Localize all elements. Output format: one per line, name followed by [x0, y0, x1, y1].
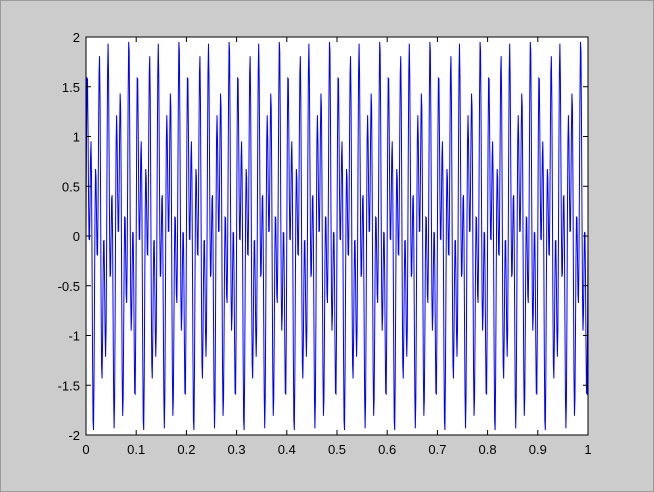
- y-tick-label: 2: [73, 30, 80, 45]
- x-tick-label: 0.1: [127, 442, 145, 457]
- x-tick-label: 0: [82, 442, 89, 457]
- y-tick-label: -1: [68, 329, 80, 344]
- x-tick-label: 0.4: [278, 442, 296, 457]
- x-tick-label: 0.9: [529, 442, 547, 457]
- x-tick-label: 0.8: [479, 442, 497, 457]
- figure-window: 0 0.1 0.2 0.3 0.4 0.5 0.6 0.7 0.8 0.9 1 2 1.5 1 0.5 0-…: [0, 0, 654, 492]
- y-tick-label: 1.5: [62, 80, 80, 95]
- y-tick-label: 0: [73, 229, 80, 244]
- x-tick-label: 0.5: [328, 442, 346, 457]
- y-tick-label: 0.5: [62, 179, 80, 194]
- y-tick-label: 1: [73, 130, 80, 145]
- x-tick-label: 0.2: [177, 442, 195, 457]
- x-tick-label: 0.3: [228, 442, 246, 457]
- x-tick-label: 0.7: [428, 442, 446, 457]
- y-tick-label: -2: [68, 428, 80, 443]
- y-tick-label: -0.5: [58, 279, 80, 294]
- x-tick-label: 0.6: [378, 442, 396, 457]
- y-tick-label: -1.5: [58, 378, 80, 393]
- x-tick-label: 1: [584, 442, 591, 457]
- line-chart: 0 0.1 0.2 0.3 0.4 0.5 0.6 0.7 0.8 0.9 1 21.510.50-…: [58, 30, 592, 457]
